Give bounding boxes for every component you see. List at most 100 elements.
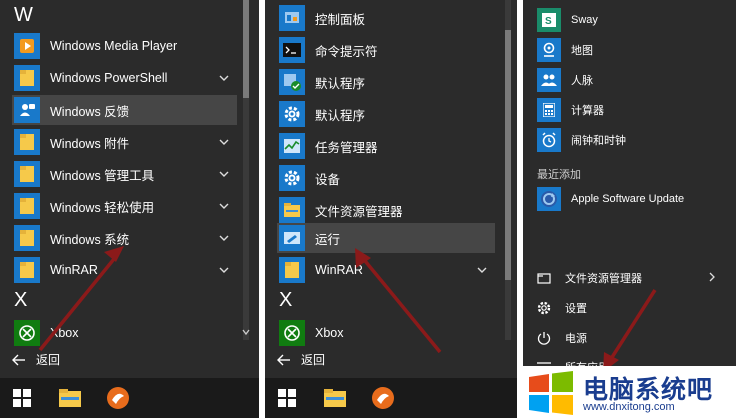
- app-run[interactable]: 运行: [277, 223, 495, 253]
- svg-text:S: S: [545, 16, 552, 27]
- watermark: 电脑系统吧 www.dnxitong.com: [517, 366, 736, 418]
- start-menu-panel-2: 控制面板 命令提示符 默认程序 默认程序 任务管理器 设备 文件资源管理器 运行…: [265, 0, 517, 378]
- app-label: 默认程序: [315, 76, 366, 91]
- xbox-icon: [14, 320, 40, 346]
- apple-update-icon: [537, 187, 561, 211]
- app-calculator[interactable]: 计算器: [537, 95, 736, 125]
- system-file-explorer[interactable]: 文件资源管理器: [537, 264, 730, 292]
- folder-windows-powershell[interactable]: Windows PowerShell: [12, 63, 237, 93]
- app-label: Windows Media Player: [50, 39, 178, 53]
- gear-icon: [279, 165, 305, 191]
- app-apple-software-update[interactable]: Apple Software Update: [537, 184, 736, 214]
- arrow-left-icon: [12, 354, 25, 365]
- folder-label: Windows 轻松使用: [50, 200, 155, 215]
- scrollbar-thumb[interactable]: [243, 0, 249, 98]
- feedback-icon: [14, 97, 40, 123]
- windows-logo-icon: [13, 389, 31, 407]
- folder-icon: [59, 389, 81, 407]
- control-panel-icon: [279, 5, 305, 31]
- system-label: 设置: [565, 303, 587, 315]
- back-label: 返回: [36, 353, 61, 367]
- people-icon: [537, 68, 561, 92]
- folder-icon: [279, 197, 305, 223]
- bird-app-icon: [107, 387, 129, 409]
- back-button[interactable]: 返回: [277, 351, 325, 368]
- windows-logo-icon: [278, 389, 296, 407]
- app-task-manager[interactable]: 任务管理器: [277, 131, 495, 161]
- back-button[interactable]: 返回: [12, 351, 60, 368]
- folder-icon: [279, 257, 305, 283]
- folder-winrar[interactable]: WinRAR: [277, 255, 495, 285]
- app-label: 默认程序: [315, 108, 366, 123]
- chevron-right-icon: [709, 272, 715, 282]
- app-label: 文件资源管理器: [315, 204, 403, 219]
- app-default-programs-2[interactable]: 默认程序: [277, 99, 495, 129]
- app-label: 地图: [571, 45, 593, 57]
- section-letter-w[interactable]: W: [14, 4, 33, 27]
- taskbar-2: [265, 378, 517, 418]
- app-control-panel[interactable]: 控制面板: [277, 3, 495, 33]
- start-menu-panel-3: S Sway 地图 人脉 计算器 闹钟和时钟 最近添加 Apple Softwa…: [523, 0, 736, 418]
- chevron-down-icon: [477, 267, 487, 273]
- folder-icon: [14, 257, 40, 283]
- arrow-left-icon: [277, 354, 290, 365]
- app-label: 任务管理器: [315, 140, 378, 155]
- app-windows-media-player[interactable]: Windows Media Player: [12, 31, 237, 61]
- app-label: Xbox: [315, 326, 344, 340]
- folder-label: Windows 管理工具: [50, 168, 155, 183]
- app-command-prompt[interactable]: 命令提示符: [277, 35, 495, 65]
- folder-windows-ease-of-access[interactable]: Windows 轻松使用: [12, 191, 237, 221]
- bird-app-icon: [372, 387, 394, 409]
- app-xbox[interactable]: Xbox: [12, 318, 237, 348]
- folder-winrar[interactable]: WinRAR: [12, 255, 237, 285]
- system-settings[interactable]: 设置: [537, 294, 730, 322]
- taskbar-1: [0, 378, 259, 418]
- folder-icon: [14, 129, 40, 155]
- app-sway[interactable]: S Sway: [537, 5, 736, 35]
- app-label: 人脉: [571, 75, 593, 87]
- back-label: 返回: [301, 353, 326, 367]
- chevron-down-icon: [219, 267, 229, 273]
- folder-label: WinRAR: [315, 263, 363, 277]
- app-people[interactable]: 人脉: [537, 65, 736, 95]
- app-default-programs-1[interactable]: 默认程序: [277, 67, 495, 97]
- system-power[interactable]: 电源: [537, 324, 730, 352]
- start-button[interactable]: [273, 384, 301, 412]
- app-devices[interactable]: 设备: [277, 163, 495, 193]
- taskbar-app-orange[interactable]: [104, 384, 132, 412]
- folder-icon: [14, 65, 40, 91]
- xbox-icon: [279, 320, 305, 346]
- folder-windows-system[interactable]: Windows 系统: [12, 223, 237, 253]
- folder-label: WinRAR: [50, 263, 98, 277]
- start-button[interactable]: [8, 384, 36, 412]
- folder-windows-admin-tools[interactable]: Windows 管理工具: [12, 159, 237, 189]
- app-maps[interactable]: 地图: [537, 35, 736, 65]
- taskbar-file-explorer[interactable]: [56, 384, 84, 412]
- taskbar-app-orange[interactable]: [369, 384, 397, 412]
- folder-label: Windows 附件: [50, 136, 130, 151]
- chevron-down-icon: [219, 139, 229, 145]
- watermark-logo: [529, 371, 573, 415]
- app-xbox[interactable]: Xbox: [277, 318, 495, 348]
- app-label: 运行: [315, 232, 341, 247]
- calculator-icon: [537, 98, 561, 122]
- power-icon: [537, 332, 551, 345]
- app-alarms-clock[interactable]: 闹钟和时钟: [537, 125, 736, 155]
- app-file-explorer[interactable]: 文件资源管理器: [277, 195, 495, 225]
- alarm-clock-icon: [537, 128, 561, 152]
- scroll-down-icon[interactable]: [242, 328, 250, 336]
- folder-outline-icon: [537, 273, 551, 284]
- section-letter-x[interactable]: X: [279, 289, 292, 312]
- app-label: Sway: [571, 14, 598, 26]
- app-label: Windows 反馈: [50, 104, 130, 119]
- start-menu-panel-1: W Windows Media Player Windows PowerShel…: [0, 0, 259, 378]
- scrollbar-thumb[interactable]: [505, 30, 511, 280]
- chevron-down-icon: [219, 171, 229, 177]
- folder-windows-accessories[interactable]: Windows 附件: [12, 127, 237, 157]
- folder-icon: [14, 225, 40, 251]
- app-windows-feedback[interactable]: Windows 反馈: [12, 95, 237, 125]
- taskbar-file-explorer[interactable]: [321, 384, 349, 412]
- section-letter-x[interactable]: X: [14, 289, 27, 312]
- gear-icon: [537, 301, 551, 315]
- chevron-down-icon: [219, 203, 229, 209]
